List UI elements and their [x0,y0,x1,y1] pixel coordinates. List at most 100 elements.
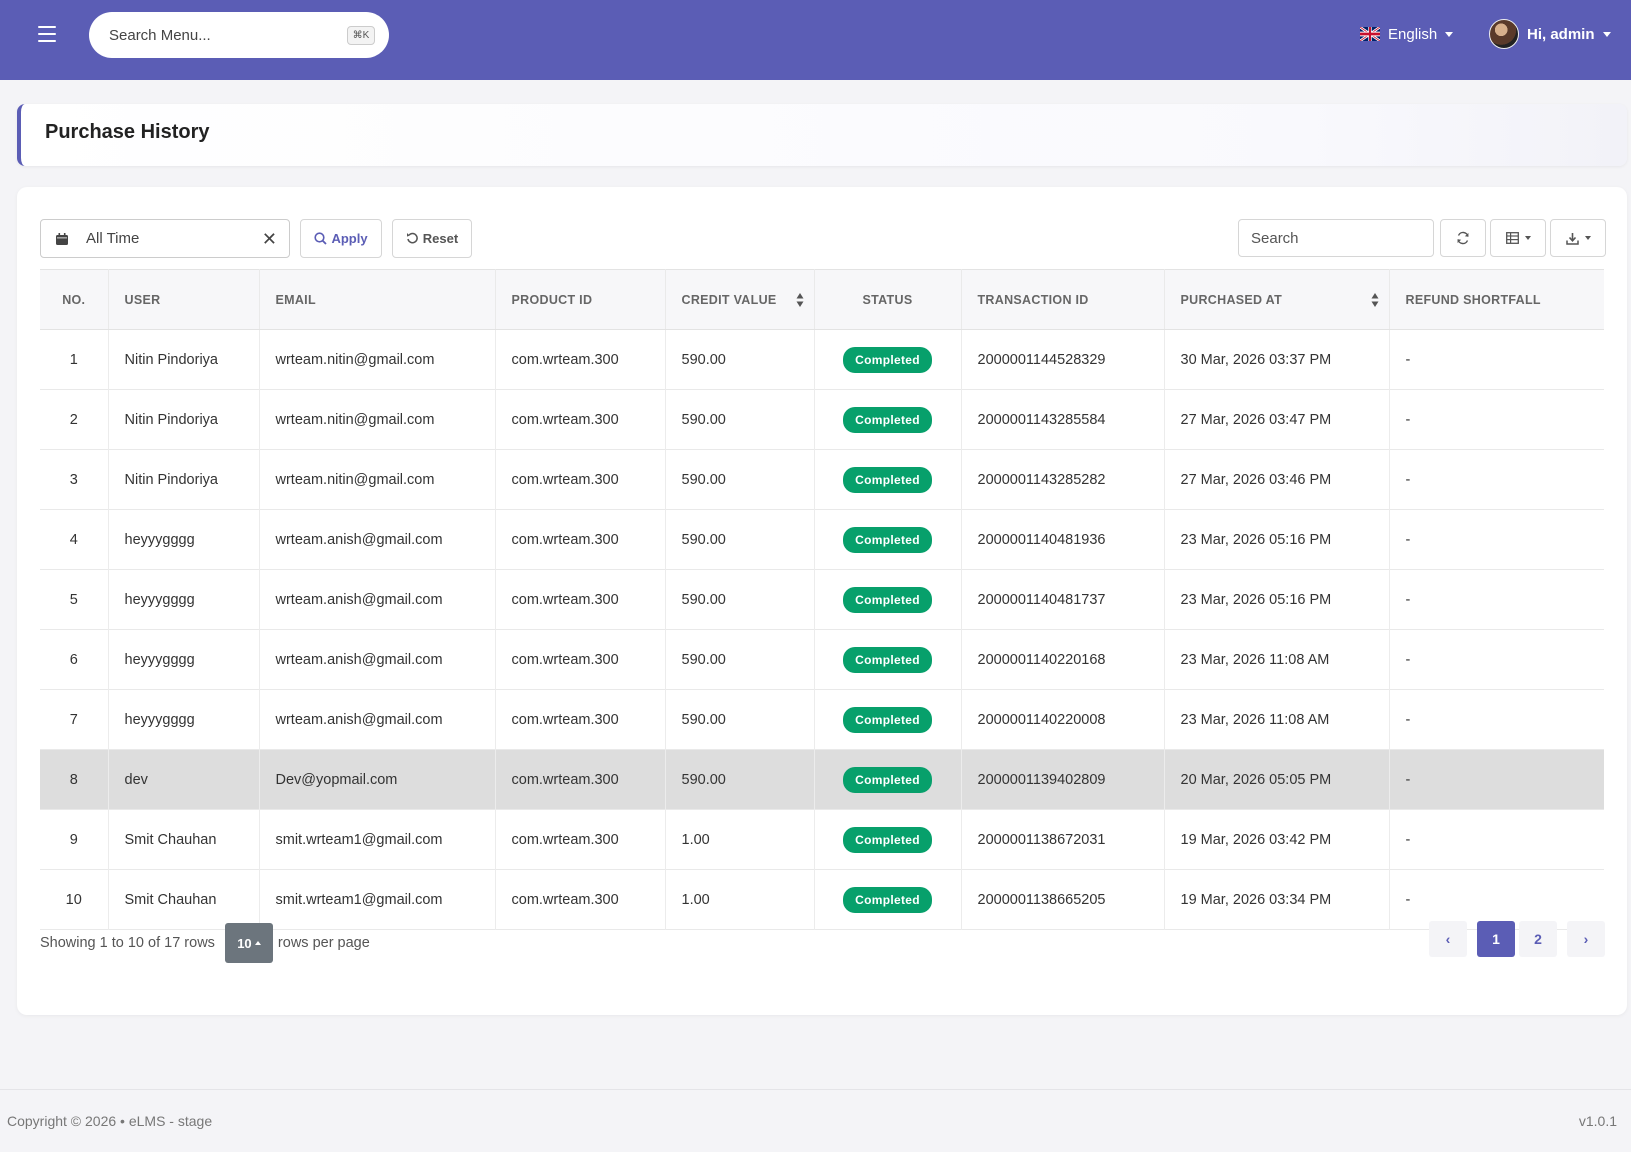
reset-button[interactable]: Reset [392,219,472,258]
cell-product-id: com.wrteam.300 [495,809,666,870]
cell-no: 4 [40,509,109,570]
table-row[interactable]: 5 heyyygggg wrteam.anish@gmail.com com.wrte… [40,569,1604,630]
cell-refund-shortfall: - [1405,351,1411,368]
menu-search-box[interactable]: ⌘K [89,12,389,58]
table-search-input[interactable] [1238,219,1434,257]
cell-status: Completed [814,869,962,930]
cell-refund-shortfall: - [1405,711,1411,728]
table-row[interactable]: 6 heyyygggg wrteam.anish@gmail.com com.wrte… [40,629,1604,690]
close-icon[interactable]: ✕ [262,229,277,250]
col-header-credit-value-label: CREDIT VALUE [681,292,777,307]
status-badge: Completed [843,406,932,433]
status-badge: Completed [843,466,932,493]
col-header-purchased-at[interactable]: PURCHASED AT [1164,269,1390,330]
pagination-page-1[interactable]: 1 [1477,921,1515,957]
chevron-down-icon [1524,236,1531,240]
col-header-refund-shortfall: REFUND SHORTFALL [1389,269,1604,330]
columns-toggle-button[interactable] [1490,219,1546,257]
export-button[interactable] [1550,219,1606,257]
cell-product-id: com.wrteam.300 [495,689,666,750]
cell-status: Completed [814,629,962,690]
table-row[interactable]: 9 Smit Chauhan smit.wrteam1@gmail.com com.w… [40,809,1604,870]
cell-email: wrteam.nitin@gmail.com [259,389,496,450]
cell-no: 1 [40,329,109,390]
table-body: 1 Nitin Pindoriya wrteam.nitin@gmail.com co… [40,329,1604,930]
pagination-prev-button[interactable]: ‹ [1429,921,1467,957]
avatar [1489,19,1519,49]
cell-no: 8 [40,749,109,810]
cell-email: wrteam.nitin@gmail.com [259,329,496,390]
table-row[interactable]: 1 Nitin Pindoriya wrteam.nitin@gmail.com co… [40,329,1604,390]
cell-no: 9 [40,809,109,870]
search-icon [314,232,328,245]
user-menu[interactable]: Hi, admin [1489,18,1611,50]
menu-search-input[interactable] [109,12,329,58]
cell-refund-shortfall: - [1405,771,1411,788]
cell-transaction-id: 2000001139402809 [961,749,1165,810]
table-row[interactable]: 7 heyyygggg wrteam.anish@gmail.com com.wrte… [40,689,1604,750]
cell-refund-shortfall: - [1405,591,1411,608]
page-size-dropdown[interactable]: 10 [224,923,273,963]
col-header-credit-value[interactable]: CREDIT VALUE [665,269,815,330]
table-row[interactable]: 2 Nitin Pindoriya wrteam.nitin@gmail.com co… [40,389,1604,450]
status-badge: Completed [843,706,932,733]
cell-user: heyyygggg [108,629,260,690]
status-badge: Completed [843,586,932,613]
col-header-user: USER [108,269,260,330]
table-row[interactable]: 4 heyyygggg wrteam.anish@gmail.com com.wrte… [40,509,1604,570]
pagination-page-2[interactable]: 2 [1519,921,1557,957]
cell-transaction-id: 2000001143285584 [961,389,1165,450]
cell-no: 10 [40,869,109,930]
version-text: v1.0.1 [1578,1113,1617,1129]
cell-purchased-at: 27 Mar, 2026 03:47 PM [1164,389,1390,450]
cell-user: heyyygggg [108,689,260,750]
pagination-next-button[interactable]: › [1567,921,1605,957]
chevron-up-icon [254,941,261,945]
cell-purchased-at: 20 Mar, 2026 05:05 PM [1164,749,1390,810]
cell-credit-value: 590.00 [665,569,815,630]
cell-purchased-at: 23 Mar, 2026 11:08 AM [1164,689,1390,750]
cell-refund-shortfall: - [1405,651,1411,668]
cell-product-id: com.wrteam.300 [495,389,666,450]
page-size-value: 10 [237,935,252,951]
cell-user: Smit Chauhan [108,869,260,930]
col-header-purchased-at-label: PURCHASED AT [1180,292,1283,307]
cell-email: wrteam.nitin@gmail.com [259,449,496,510]
calendar-icon [56,233,68,245]
table-row[interactable]: 10 Smit Chauhan smit.wrteam1@gmail.com com.… [40,869,1604,930]
refresh-button[interactable] [1440,219,1486,257]
table-row[interactable]: 8 dev Dev@yopmail.com com.wrteam.300 590.00 C… [40,749,1604,810]
reset-label: Reset [422,231,459,246]
col-header-email: EMAIL [259,269,496,330]
uk-flag-icon [1360,27,1380,41]
cell-purchased-at: 27 Mar, 2026 03:46 PM [1164,449,1390,510]
cell-refund-shortfall: - [1405,531,1411,548]
col-header-transaction-id: TRANSACTION ID [961,269,1165,330]
cell-purchased-at: 30 Mar, 2026 03:37 PM [1164,329,1390,390]
cell-email: wrteam.anish@gmail.com [259,689,496,750]
cell-no: 2 [40,389,109,450]
cell-email: wrteam.anish@gmail.com [259,509,496,570]
cell-product-id: com.wrteam.300 [495,749,666,810]
rows-per-page-text: rows per page [277,935,370,951]
cell-no: 7 [40,689,109,750]
cell-user: Smit Chauhan [108,809,260,870]
status-badge: Completed [843,646,932,673]
status-badge: Completed [843,826,932,853]
status-badge: Completed [843,766,932,793]
hamburger-icon[interactable] [38,26,56,42]
language-selector[interactable]: English [1360,22,1454,46]
cell-transaction-id: 2000001140220008 [961,689,1165,750]
page-header: Purchase History [17,104,1627,166]
cell-no: 5 [40,569,109,630]
date-range-filter[interactable]: All Time ✕ [40,219,290,258]
cell-transaction-id: 2000001140220168 [961,629,1165,690]
cell-transaction-id: 2000001140481737 [961,569,1165,630]
table-row[interactable]: 3 Nitin Pindoriya wrteam.nitin@gmail.com co… [40,449,1604,510]
cell-purchased-at: 23 Mar, 2026 05:16 PM [1164,569,1390,630]
sort-icon[interactable] [1371,292,1379,308]
cell-credit-value: 590.00 [665,749,815,810]
sort-icon[interactable] [796,292,804,308]
apply-button[interactable]: Apply [300,219,382,258]
cell-refund-shortfall: - [1405,831,1411,848]
